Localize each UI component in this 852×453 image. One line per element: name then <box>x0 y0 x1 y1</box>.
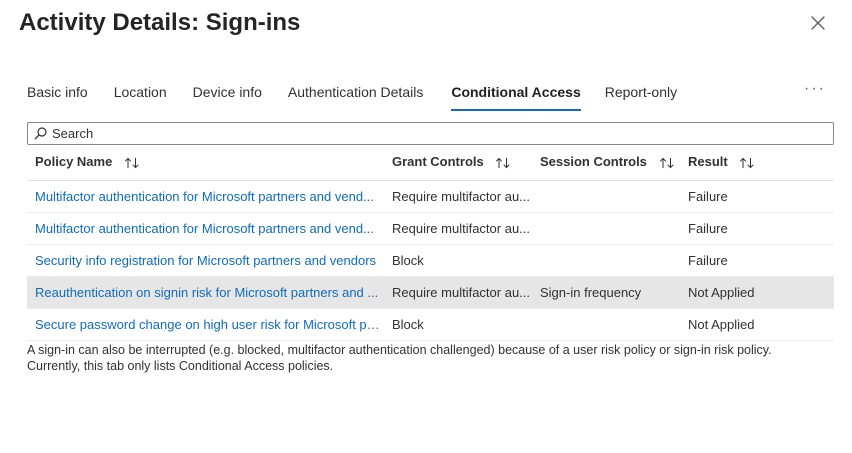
search-box <box>27 122 834 145</box>
column-header-result[interactable]: Result <box>688 148 828 176</box>
search-input[interactable] <box>52 126 812 141</box>
info-note-line: Currently, this tab only lists Condition… <box>27 359 334 373</box>
table-row-selected[interactable]: Reauthentication on signin risk for Micr… <box>27 277 834 309</box>
result-cell: Failure <box>688 221 728 236</box>
sort-icon <box>496 157 511 168</box>
result-cell: Not Applied <box>688 317 755 332</box>
grant-controls-cell: Require multifactor au... <box>392 189 530 204</box>
policy-name-link[interactable]: Reauthentication on signin risk for Micr… <box>35 277 383 308</box>
table-row[interactable]: Secure password change on high user risk… <box>27 309 834 341</box>
sort-icon <box>740 157 755 168</box>
column-header-session-controls[interactable]: Session Controls <box>540 148 680 176</box>
grant-controls-cell: Require multifactor au... <box>392 285 530 300</box>
table-row[interactable]: Multifactor authentication for Microsoft… <box>27 213 834 245</box>
sort-icon <box>124 157 139 168</box>
tab-location[interactable]: Location <box>114 78 167 108</box>
more-options-button[interactable]: ··· <box>804 80 826 98</box>
tab-conditional-access[interactable]: Conditional Access <box>451 78 582 111</box>
table-header: Policy Name Grant Controls Session Contr… <box>27 148 834 181</box>
column-header-label: Policy Name <box>35 154 113 169</box>
grant-controls-cell: Block <box>392 253 424 268</box>
search-icon <box>34 127 47 140</box>
tab-device-info[interactable]: Device info <box>193 78 262 108</box>
activity-details-panel: Activity Details: Sign-ins Basic info Lo… <box>0 0 852 453</box>
tab-report-only[interactable]: Report-only <box>605 78 677 108</box>
policy-name-link[interactable]: Multifactor authentication for Microsoft… <box>35 181 383 212</box>
tab-basic-info[interactable]: Basic info <box>27 78 88 108</box>
tab-bar: Basic info Location Device info Authenti… <box>27 78 677 111</box>
table-row[interactable]: Security info registration for Microsoft… <box>27 245 834 277</box>
policy-name-link[interactable]: Security info registration for Microsoft… <box>35 245 383 276</box>
policy-name-link[interactable]: Multifactor authentication for Microsoft… <box>35 213 383 244</box>
info-note: A sign-in can also be interrupted (e.g. … <box>27 342 827 374</box>
column-header-policy-name[interactable]: Policy Name <box>35 148 383 176</box>
result-cell: Failure <box>688 189 728 204</box>
policies-table: Policy Name Grant Controls Session Contr… <box>27 148 834 341</box>
grant-controls-cell: Require multifactor au... <box>392 221 530 236</box>
result-cell: Not Applied <box>688 285 755 300</box>
policy-name-link[interactable]: Secure password change on high user risk… <box>35 309 383 340</box>
column-header-grant-controls[interactable]: Grant Controls <box>392 148 530 176</box>
info-note-line: A sign-in can also be interrupted (e.g. … <box>27 343 772 357</box>
close-icon <box>811 16 825 30</box>
sort-icon <box>659 157 674 168</box>
session-controls-cell: Sign-in frequency <box>540 285 642 300</box>
table-row[interactable]: Multifactor authentication for Microsoft… <box>27 181 834 213</box>
column-header-label: Grant Controls <box>392 154 484 169</box>
column-header-label: Result <box>688 154 728 169</box>
column-header-label: Session Controls <box>540 154 647 169</box>
grant-controls-cell: Block <box>392 317 424 332</box>
result-cell: Failure <box>688 253 728 268</box>
page-title: Activity Details: Sign-ins <box>19 9 301 36</box>
tab-authentication-details[interactable]: Authentication Details <box>288 78 423 108</box>
close-button[interactable] <box>806 11 830 35</box>
